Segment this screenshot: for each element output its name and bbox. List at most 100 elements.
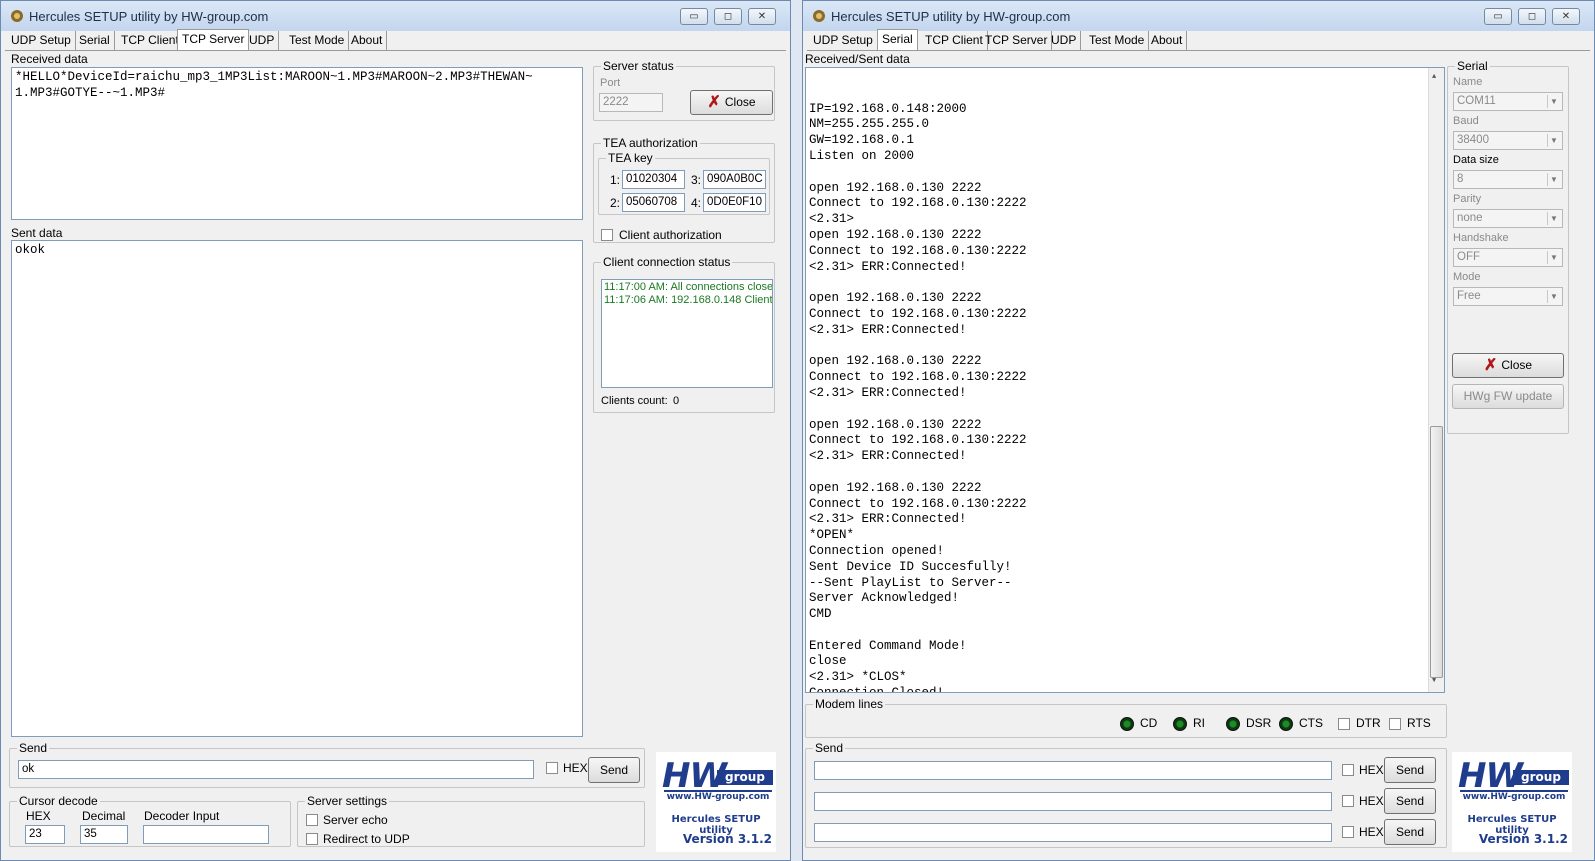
- close-window-button[interactable]: ✕: [1552, 8, 1580, 25]
- decode-hex-label: HEX: [26, 809, 51, 823]
- decoder-input-label: Decoder Input: [144, 809, 220, 823]
- serial-send-input-3[interactable]: [814, 823, 1332, 842]
- clients-count-label: Clients count:: [601, 395, 668, 407]
- send3-hex-checkbox[interactable]: [1342, 826, 1354, 838]
- app-icon: [813, 10, 825, 22]
- modem-lines-title: Modem lines: [813, 697, 886, 711]
- tab-udp[interactable]: UDP: [1047, 31, 1082, 50]
- ri-led-icon: [1173, 717, 1187, 731]
- tea-key4-label: 4:: [691, 196, 702, 210]
- serial-send-button-3[interactable]: Send: [1384, 819, 1436, 845]
- mode-label: Mode: [1453, 271, 1481, 283]
- tab-udp-setup[interactable]: UDP Setup: [809, 31, 878, 50]
- received-data-area[interactable]: *HELLO*DeviceId=raichu_mp3_1MP3List:MARO…: [11, 67, 583, 220]
- minimize-button[interactable]: ▭: [1484, 8, 1512, 25]
- tab-tcp-client[interactable]: TCP Client: [117, 31, 184, 50]
- tea-authorization-title: TEA authorization: [601, 136, 700, 150]
- send-title: Send: [17, 741, 50, 755]
- client-log-line: 11:17:00 AM: All connections close: [604, 281, 773, 293]
- tea-key4-field[interactable]: 0D0E0F10: [703, 193, 766, 212]
- send-hex-label: HEX: [563, 761, 588, 775]
- tea-key2-label: 2:: [610, 196, 621, 210]
- decode-decimal-field[interactable]: 35: [80, 825, 128, 844]
- server-close-button[interactable]: ✗ Close: [690, 90, 773, 115]
- tab-tcp-server[interactable]: TCP Server: [981, 31, 1053, 50]
- vertical-scrollbar[interactable]: ▲ ▼: [1428, 68, 1444, 692]
- chevron-down-icon: ▼: [1547, 173, 1560, 186]
- data-size-select[interactable]: 8 ▼: [1453, 170, 1563, 189]
- tab-tcp-client[interactable]: TCP Client: [921, 31, 988, 50]
- send-group: Send ok HEX Send: [9, 741, 645, 788]
- serial-send-button-1[interactable]: Send: [1384, 757, 1436, 783]
- logo-version: Version 3.1.2: [1478, 832, 1568, 846]
- serial-send-input-2[interactable]: [814, 792, 1332, 811]
- handshake-select[interactable]: OFF ▼: [1453, 248, 1563, 267]
- cts-label: CTS: [1299, 716, 1323, 730]
- port-name-select[interactable]: COM11 ▼: [1453, 92, 1563, 111]
- tab-serial[interactable]: Serial: [75, 31, 115, 50]
- tab-test-mode[interactable]: Test Mode: [285, 31, 350, 50]
- scroll-thumb[interactable]: [1430, 426, 1443, 678]
- clients-count-value: 0: [673, 395, 680, 407]
- serial-close-button[interactable]: ✗ Close: [1452, 353, 1564, 378]
- tea-key3-field[interactable]: 090A0B0C: [703, 170, 766, 189]
- send1-hex-label: HEX: [1359, 763, 1384, 777]
- server-echo-checkbox[interactable]: [306, 814, 318, 826]
- title-bar[interactable]: Hercules SETUP utility by HW-group.com ▭…: [803, 1, 1594, 31]
- received-data-label: Received data: [11, 52, 88, 66]
- chevron-down-icon: ▼: [1547, 290, 1560, 303]
- baud-value: 38400: [1457, 134, 1489, 146]
- redirect-udp-checkbox[interactable]: [306, 833, 318, 845]
- mode-select[interactable]: Free ▼: [1453, 287, 1563, 306]
- tab-about[interactable]: About: [1147, 31, 1188, 50]
- tab-tcp-server[interactable]: TCP Server: [177, 29, 250, 50]
- minimize-button[interactable]: ▭: [680, 8, 708, 25]
- tab-test-mode[interactable]: Test Mode: [1085, 31, 1150, 50]
- scroll-down-icon[interactable]: ▼: [1432, 674, 1436, 690]
- serial-send-input-1[interactable]: [814, 761, 1332, 780]
- dsr-label: DSR: [1246, 716, 1272, 730]
- serial-send-title: Send: [813, 741, 846, 755]
- hwg-fw-update-button[interactable]: HWg FW update: [1452, 384, 1564, 409]
- baud-select[interactable]: 38400 ▼: [1453, 131, 1563, 150]
- port-field[interactable]: 2222: [599, 93, 663, 112]
- tea-key-title: TEA key: [606, 151, 655, 165]
- tea-key1-field[interactable]: 01020304: [622, 170, 685, 189]
- client-authorization-checkbox[interactable]: [601, 229, 613, 241]
- hw-group-logo: HW group www.HW-group.com Hercules SETUP…: [656, 752, 776, 852]
- send2-hex-checkbox[interactable]: [1342, 795, 1354, 807]
- title-bar[interactable]: Hercules SETUP utility by HW-group.com ▭…: [1, 1, 790, 31]
- send-input[interactable]: ok: [18, 760, 534, 779]
- tea-key2-field[interactable]: 05060708: [622, 193, 685, 212]
- maximize-button[interactable]: ◻: [1518, 8, 1546, 25]
- serial-panel: Received/Sent data IP=192.168.0.148:2000…: [805, 50, 1590, 856]
- data-size-value: 8: [1457, 173, 1464, 185]
- decoder-input-field[interactable]: [143, 825, 269, 844]
- tab-serial[interactable]: Serial: [877, 29, 918, 50]
- server-status-group: Server status Port 2222 ✗ Close: [593, 59, 775, 121]
- decode-hex-field[interactable]: 23: [25, 825, 65, 844]
- received-sent-area[interactable]: IP=192.168.0.148:2000 NM=255.255.255.0 G…: [805, 67, 1445, 693]
- port-name-value: COM11: [1457, 95, 1496, 107]
- send1-hex-checkbox[interactable]: [1342, 764, 1354, 776]
- tab-udp-setup[interactable]: UDP Setup: [7, 31, 76, 50]
- scroll-up-icon[interactable]: ▲: [1432, 70, 1436, 86]
- parity-select[interactable]: none ▼: [1453, 209, 1563, 228]
- port-label: Port: [600, 77, 621, 89]
- sent-data-area[interactable]: okok: [11, 240, 583, 737]
- rts-checkbox[interactable]: [1389, 718, 1401, 730]
- tab-about[interactable]: About: [347, 31, 388, 50]
- serial-send-button-2[interactable]: Send: [1384, 788, 1436, 814]
- client-log-line: 11:17:06 AM: 192.168.0.148 Client: [604, 294, 773, 306]
- close-x-icon: ✗: [1483, 357, 1498, 374]
- send-hex-checkbox[interactable]: [546, 762, 558, 774]
- tcp-server-panel: Received data *HELLO*DeviceId=raichu_mp3…: [5, 50, 786, 856]
- logo-group-text: group: [1513, 770, 1569, 785]
- tab-udp[interactable]: UDP: [245, 31, 280, 50]
- send-button[interactable]: Send: [588, 757, 640, 783]
- maximize-button[interactable]: ◻: [714, 8, 742, 25]
- close-window-button[interactable]: ✕: [748, 8, 776, 25]
- dtr-checkbox[interactable]: [1338, 718, 1350, 730]
- serial-settings-title: Serial: [1455, 59, 1490, 73]
- client-connection-log[interactable]: 11:17:00 AM: All connections close 11:17…: [601, 279, 773, 388]
